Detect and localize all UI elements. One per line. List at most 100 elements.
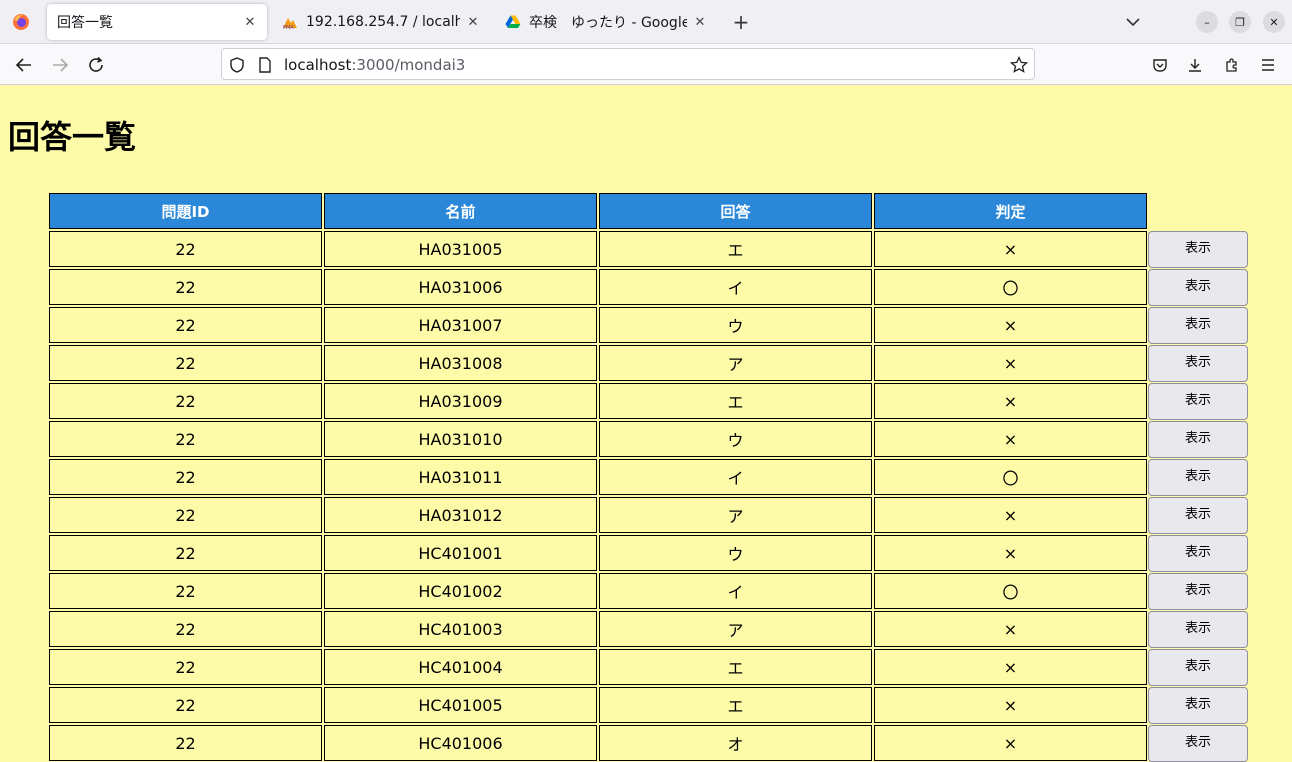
forward-icon[interactable] — [47, 52, 73, 78]
restore-button[interactable]: ❐ — [1229, 11, 1251, 33]
cell-name: HC401001 — [324, 535, 597, 571]
nav-bar: localhost:3000/mondai3 — [0, 44, 1292, 85]
close-window-button[interactable]: ✕ — [1263, 11, 1285, 33]
show-button[interactable]: 表示 — [1148, 649, 1248, 686]
show-button[interactable]: 表示 — [1148, 231, 1248, 268]
cell-answer: ア — [599, 497, 872, 533]
cell-result: × — [874, 345, 1147, 381]
cell-name: HA031008 — [324, 345, 597, 381]
show-button[interactable]: 表示 — [1148, 611, 1248, 648]
cell-answer: エ — [599, 383, 872, 419]
tab-phpmyadmin[interactable]: PMA 192.168.254.7 / localhost ✕ — [272, 4, 490, 40]
close-icon[interactable]: ✕ — [243, 15, 257, 30]
cell-name: HA031010 — [324, 421, 597, 457]
show-button[interactable]: 表示 — [1148, 459, 1248, 496]
pocket-icon[interactable] — [1147, 52, 1173, 78]
back-icon[interactable] — [11, 52, 37, 78]
tab-answers[interactable]: 回答一覧 ✕ — [47, 4, 267, 40]
url-path: :3000/mondai3 — [351, 56, 466, 74]
tab-title: 回答一覧 — [57, 15, 113, 31]
show-button[interactable]: 表示 — [1148, 307, 1248, 344]
cell-name: HC401006 — [324, 725, 597, 761]
show-button[interactable]: 表示 — [1148, 345, 1248, 382]
address-bar[interactable]: localhost:3000/mondai3 — [221, 48, 1035, 80]
show-button[interactable]: 表示 — [1148, 269, 1248, 306]
page-title: 回答一覧 — [8, 118, 137, 156]
cell-answer: エ — [599, 231, 872, 267]
tab-google-drive[interactable]: 卒検 ゆったり - Google ✕ — [495, 4, 717, 40]
cell-result: 〇 — [874, 269, 1147, 305]
cell-name: HA031009 — [324, 383, 597, 419]
cell-result: × — [874, 687, 1147, 723]
column-header-id: 問題ID — [49, 193, 322, 229]
cell-answer: イ — [599, 573, 872, 609]
cell-question-id: 22 — [49, 611, 322, 647]
column-header-name: 名前 — [324, 193, 597, 229]
cell-question-id: 22 — [49, 345, 322, 381]
cell-answer: ウ — [599, 307, 872, 343]
cell-answer: ウ — [599, 421, 872, 457]
cell-answer: エ — [599, 649, 872, 685]
cell-name: HA031007 — [324, 307, 597, 343]
show-button[interactable]: 表示 — [1148, 725, 1248, 762]
cell-answer: ア — [599, 345, 872, 381]
cell-answer: ア — [599, 611, 872, 647]
reload-icon[interactable] — [83, 52, 109, 78]
cell-result: × — [874, 649, 1147, 685]
chevron-down-icon[interactable] — [1121, 10, 1145, 34]
cell-answer: イ — [599, 269, 872, 305]
cell-result: × — [874, 725, 1147, 761]
cell-answer: ウ — [599, 535, 872, 571]
minimize-button[interactable]: – — [1196, 11, 1218, 33]
cell-name: HC401005 — [324, 687, 597, 723]
cell-name: HC401003 — [324, 611, 597, 647]
cell-question-id: 22 — [49, 535, 322, 571]
show-button[interactable]: 表示 — [1148, 535, 1248, 572]
column-header-answer: 回答 — [599, 193, 872, 229]
cell-question-id: 22 — [49, 687, 322, 723]
show-button[interactable]: 表示 — [1148, 573, 1248, 610]
cell-question-id: 22 — [49, 497, 322, 533]
cell-result: × — [874, 421, 1147, 457]
new-tab-button[interactable]: + — [728, 9, 754, 35]
menu-icon[interactable] — [1255, 52, 1281, 78]
cell-answer: オ — [599, 725, 872, 761]
page-icon[interactable] — [256, 56, 274, 74]
page-content: 回答一覧 問題ID 名前 回答 判定 22 HA031005 エ × 表示 22 HA031… — [0, 86, 1292, 762]
cell-result: × — [874, 307, 1147, 343]
firefox-icon[interactable] — [0, 0, 41, 44]
cell-name: HA031011 — [324, 459, 597, 495]
column-header-result: 判定 — [874, 193, 1147, 229]
cell-question-id: 22 — [49, 383, 322, 419]
cell-question-id: 22 — [49, 231, 322, 267]
close-icon[interactable]: ✕ — [466, 15, 480, 30]
tab-title: 卒検 ゆったり - Google — [529, 15, 687, 31]
show-button[interactable]: 表示 — [1148, 497, 1248, 534]
url-text[interactable]: localhost:3000/mondai3 — [284, 56, 465, 74]
download-icon[interactable] — [1182, 52, 1208, 78]
tab-bar: 回答一覧 ✕ PMA 192.168.254.7 / localhost ✕ 卒… — [0, 0, 1292, 44]
cell-answer: イ — [599, 459, 872, 495]
close-icon[interactable]: ✕ — [693, 15, 707, 30]
cell-result: × — [874, 231, 1147, 267]
cell-result: × — [874, 497, 1147, 533]
cell-question-id: 22 — [49, 421, 322, 457]
show-button[interactable]: 表示 — [1148, 421, 1248, 458]
cell-name: HA031012 — [324, 497, 597, 533]
cell-question-id: 22 — [49, 649, 322, 685]
star-icon[interactable] — [1010, 56, 1028, 74]
show-button[interactable]: 表示 — [1148, 383, 1248, 420]
extensions-icon[interactable] — [1219, 52, 1245, 78]
cell-question-id: 22 — [49, 459, 322, 495]
cell-question-id: 22 — [49, 725, 322, 761]
cell-name: HA031005 — [324, 231, 597, 267]
show-button[interactable]: 表示 — [1148, 687, 1248, 724]
cell-name: HC401002 — [324, 573, 597, 609]
cell-question-id: 22 — [49, 269, 322, 305]
cell-name: HA031006 — [324, 269, 597, 305]
cell-result: × — [874, 611, 1147, 647]
cell-result: 〇 — [874, 459, 1147, 495]
google-drive-icon — [505, 14, 521, 30]
shield-icon[interactable] — [228, 56, 246, 74]
svg-text:PMA: PMA — [283, 25, 294, 30]
